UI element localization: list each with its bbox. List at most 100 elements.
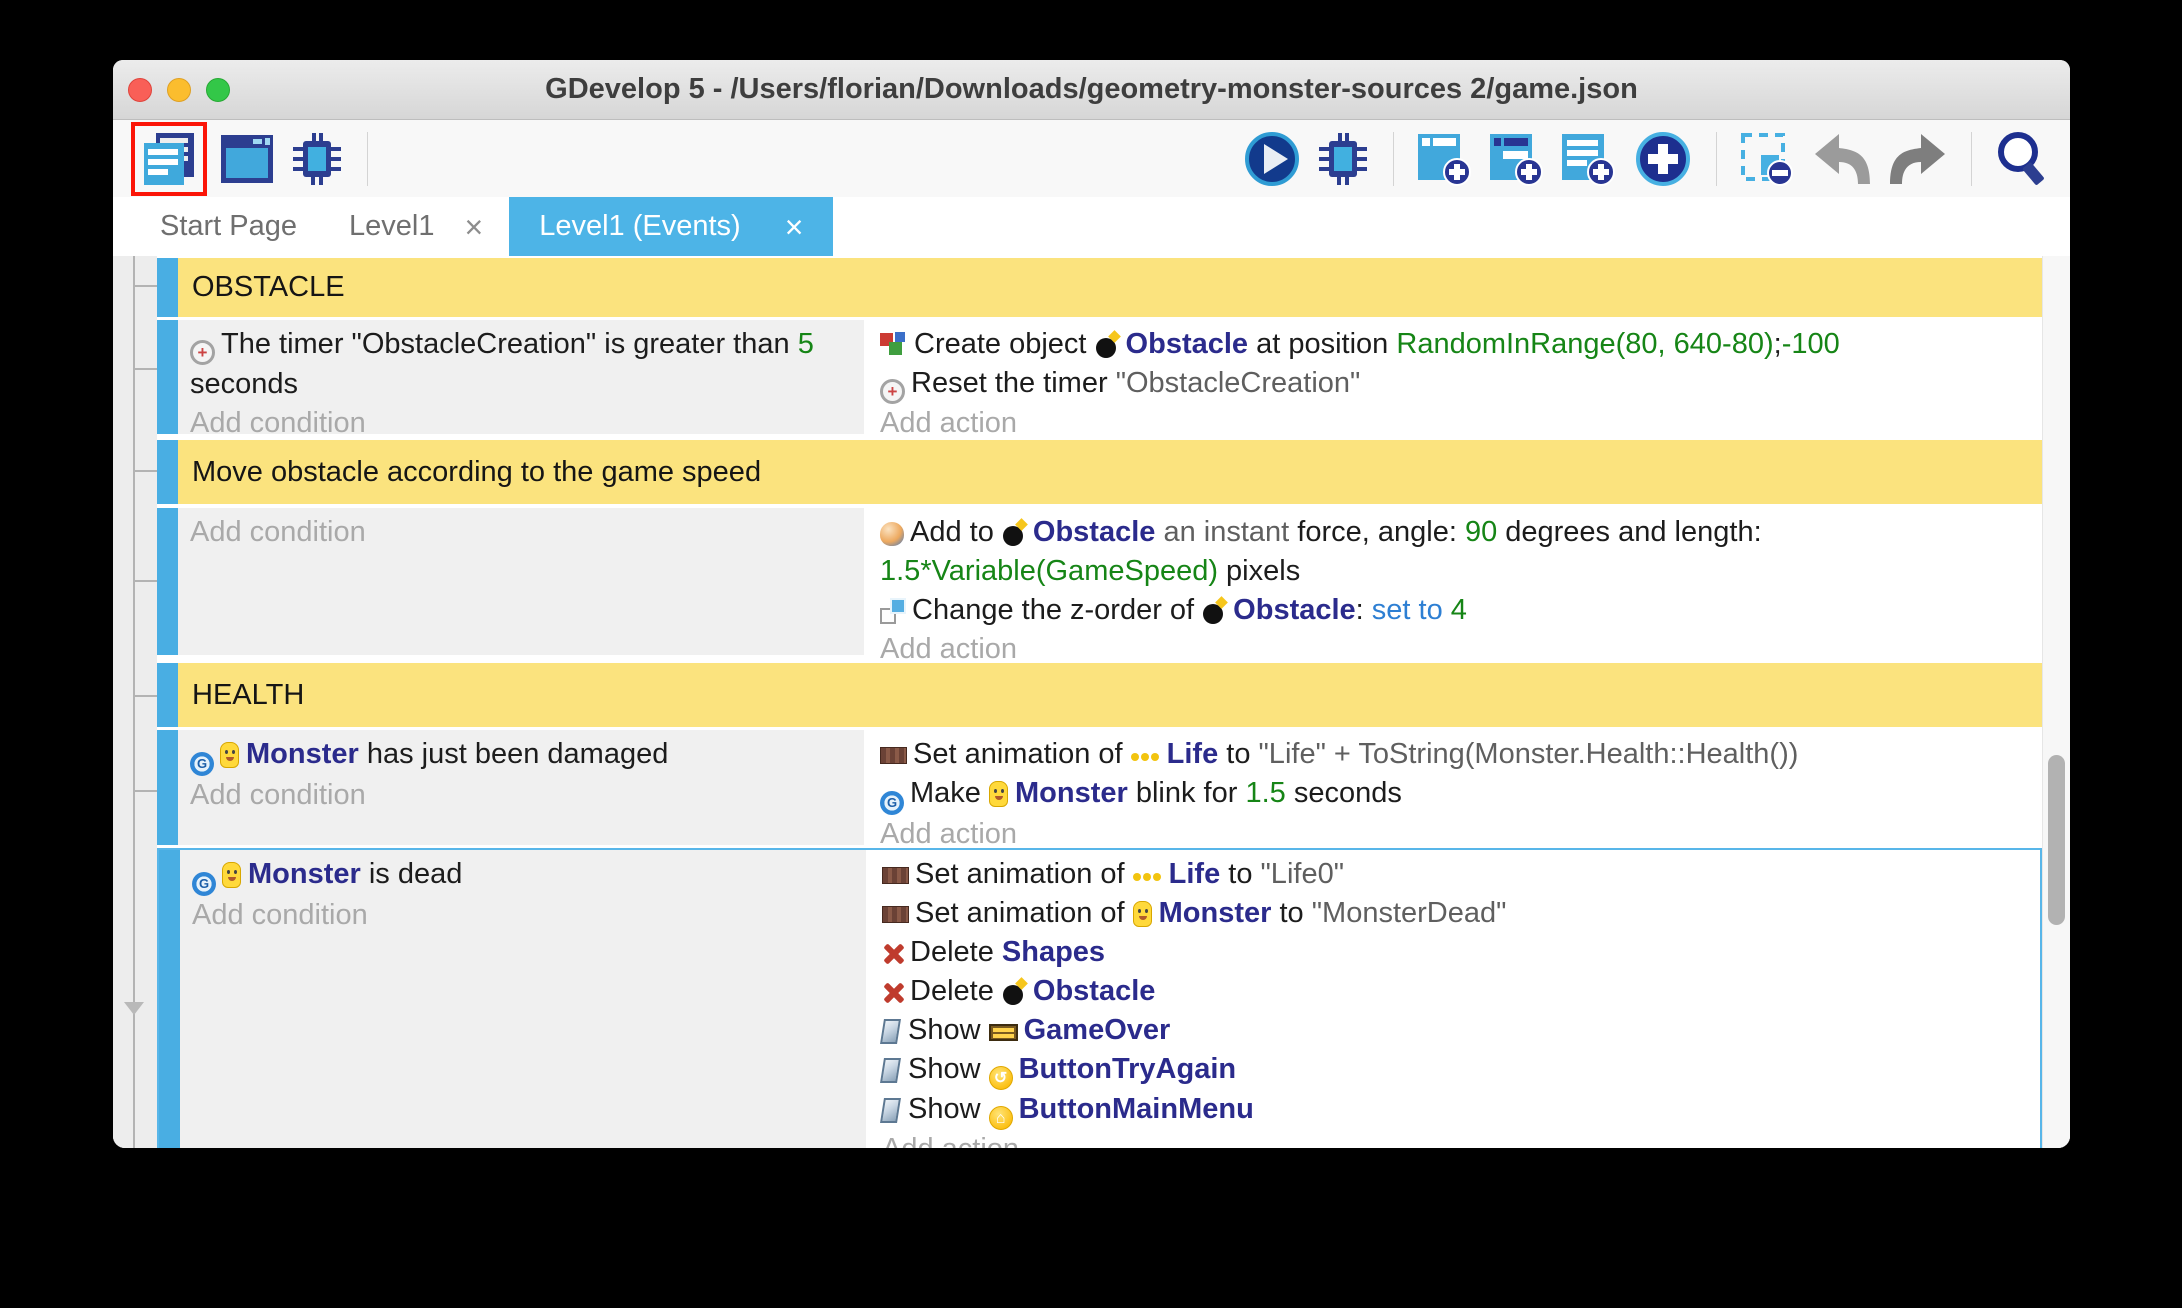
tab-label: Start Page	[160, 210, 297, 243]
title-bar[interactable]: GDevelop 5 - /Users/florian/Downloads/ge…	[113, 60, 2070, 120]
condition-line[interactable]: GMonster is dead	[192, 855, 854, 896]
event-row[interactable]: GMonster is deadAdd conditionSet animati…	[157, 848, 2042, 1148]
conditions-column[interactable]: GMonster is deadAdd condition	[180, 850, 870, 1148]
action-line[interactable]: Show GameOver	[882, 1011, 2028, 1050]
object-reference: Shapes	[1002, 936, 1105, 968]
tab-start-page[interactable]: Start Page	[134, 197, 323, 256]
try-again-button-icon: ↺	[989, 1066, 1013, 1090]
actions-column[interactable]: Add to Obstacle an instant force, angle:…	[868, 508, 2042, 655]
text-segment: "ObstacleCreation"	[1116, 367, 1361, 399]
events-sheet: OBSTACLE +The timer "ObstacleCreation" is…	[113, 256, 2070, 1148]
actions-column[interactable]: Set animation of Life to "Life0"Set anim…	[870, 850, 2040, 1148]
conditions-column[interactable]: Add condition	[178, 508, 868, 655]
add-new-button[interactable]	[1630, 128, 1696, 190]
events-gutter	[113, 256, 157, 1148]
object-reference: Monster	[246, 738, 359, 770]
add-event-button[interactable]	[1414, 128, 1476, 190]
animation-icon	[880, 747, 907, 764]
action-line[interactable]: Show ⌂ButtonMainMenu	[882, 1090, 2028, 1130]
action-line[interactable]: Change the z-order of Obstacle: set to 4	[880, 591, 2030, 630]
undo-button[interactable]	[1809, 130, 1875, 188]
text-segment: to	[1218, 738, 1258, 770]
text-segment: an instant	[1155, 516, 1297, 548]
main-menu-button-icon: ⌂	[989, 1106, 1013, 1130]
add-condition-button[interactable]: Add condition	[190, 513, 852, 552]
object-reference: Obstacle	[1126, 328, 1249, 360]
event-group-header[interactable]: HEALTH	[157, 663, 2042, 727]
condition-line[interactable]: GMonster has just been damaged	[190, 735, 852, 776]
toolbar-divider	[1716, 132, 1717, 186]
redo-button[interactable]	[1885, 130, 1951, 188]
close-window-button[interactable]	[128, 78, 152, 102]
minimize-window-button[interactable]	[167, 78, 191, 102]
condition-line[interactable]: +The timer "ObstacleCreation" is greater…	[190, 325, 852, 404]
events-sheet-button[interactable]	[131, 122, 207, 196]
action-line[interactable]: Set animation of Life to "Life" + ToStri…	[880, 735, 2030, 774]
actions-column[interactable]: Create object Obstacle at position Rando…	[868, 320, 2042, 434]
remove-selection-button[interactable]	[1737, 129, 1799, 189]
actions-column[interactable]: Set animation of Life to "Life" + ToStri…	[868, 730, 2042, 845]
text-segment: degrees and length:	[1497, 516, 1761, 548]
text-segment: :	[1356, 594, 1372, 626]
add-comment-button[interactable]	[1558, 128, 1620, 190]
zoom-window-button[interactable]	[206, 78, 230, 102]
add-action-button[interactable]: Add action	[880, 404, 2030, 443]
object-reference: GameOver	[1024, 1014, 1171, 1046]
event-row[interactable]: +The timer "ObstacleCreation" is greater…	[157, 320, 2042, 434]
action-line[interactable]: +Reset the timer "ObstacleCreation"	[880, 364, 2030, 404]
debug-button[interactable]	[1313, 129, 1373, 189]
z-order-icon	[880, 598, 906, 624]
force-icon	[880, 522, 904, 546]
add-subevent-button[interactable]	[1486, 128, 1548, 190]
action-line[interactable]: Show ↺ButtonTryAgain	[882, 1050, 2028, 1090]
scene-editor-button[interactable]	[217, 131, 277, 187]
add-condition-button[interactable]: Add condition	[190, 776, 852, 815]
add-condition-button[interactable]: Add condition	[190, 404, 852, 443]
text-segment: force, angle:	[1297, 516, 1465, 548]
text-segment: seconds	[1286, 777, 1402, 809]
action-line[interactable]: Delete Obstacle	[882, 972, 2028, 1011]
scrollbar-thumb[interactable]	[2048, 755, 2065, 925]
bomb-object-icon	[1002, 520, 1026, 546]
action-line[interactable]: Set animation of Monster to "MonsterDead…	[882, 894, 2028, 933]
action-line[interactable]: Delete Shapes	[882, 933, 2028, 972]
action-line[interactable]: GMake Monster blink for 1.5 seconds	[880, 774, 2030, 815]
play-button[interactable]	[1241, 128, 1303, 190]
object-reference: Life	[1169, 858, 1221, 890]
text-segment: "MonsterDead"	[1312, 897, 1507, 929]
text-segment: Reset the timer	[911, 367, 1116, 399]
object-reference: Monster	[1159, 897, 1272, 929]
tree-collapse-arrow[interactable]	[124, 1002, 144, 1015]
tab-close-icon[interactable]: ×	[785, 211, 804, 243]
life-object-icon	[1131, 751, 1161, 763]
debug-button[interactable]	[287, 129, 347, 189]
add-action-button[interactable]: Add action	[880, 815, 2030, 854]
event-group-header[interactable]: OBSTACLE	[157, 258, 2042, 317]
event-row[interactable]: Add condition Add to Obstacle an instant …	[157, 508, 2042, 655]
action-line[interactable]: Create object Obstacle at position Rando…	[880, 325, 2030, 364]
tab-level1-events-[interactable]: Level1 (Events)×	[509, 197, 833, 256]
tab-close-icon[interactable]: ×	[465, 211, 484, 243]
group-title: HEALTH	[178, 663, 2042, 727]
add-action-button[interactable]: Add action	[882, 1130, 2028, 1148]
object-reference: Monster	[1015, 777, 1128, 809]
tree-tick	[134, 580, 157, 582]
search-button[interactable]	[1992, 127, 2052, 191]
text-segment: -100	[1782, 328, 1840, 360]
event-row[interactable]: GMonster has just been damagedAdd condit…	[157, 730, 2042, 845]
event-selection-bar	[157, 320, 178, 434]
bomb-object-icon	[1002, 979, 1026, 1005]
tree-tick	[134, 285, 157, 287]
add-condition-button[interactable]: Add condition	[192, 896, 854, 935]
action-line[interactable]: Set animation of Life to "Life0"	[882, 855, 2028, 894]
tab-label: Level1	[349, 210, 434, 243]
conditions-column[interactable]: GMonster has just been damagedAdd condit…	[178, 730, 868, 845]
tab-level1[interactable]: Level1 ×	[323, 197, 509, 256]
text-segment: Set animation of	[913, 738, 1131, 770]
text-segment: ;	[1774, 328, 1782, 360]
action-line[interactable]: Add to Obstacle an instant force, angle:…	[880, 513, 2030, 591]
conditions-column[interactable]: +The timer "ObstacleCreation" is greater…	[178, 320, 868, 434]
event-group-header[interactable]: Move obstacle according to the game spee…	[157, 440, 2042, 504]
event-selection-bar	[157, 440, 178, 504]
event-selection-bar	[157, 508, 178, 655]
